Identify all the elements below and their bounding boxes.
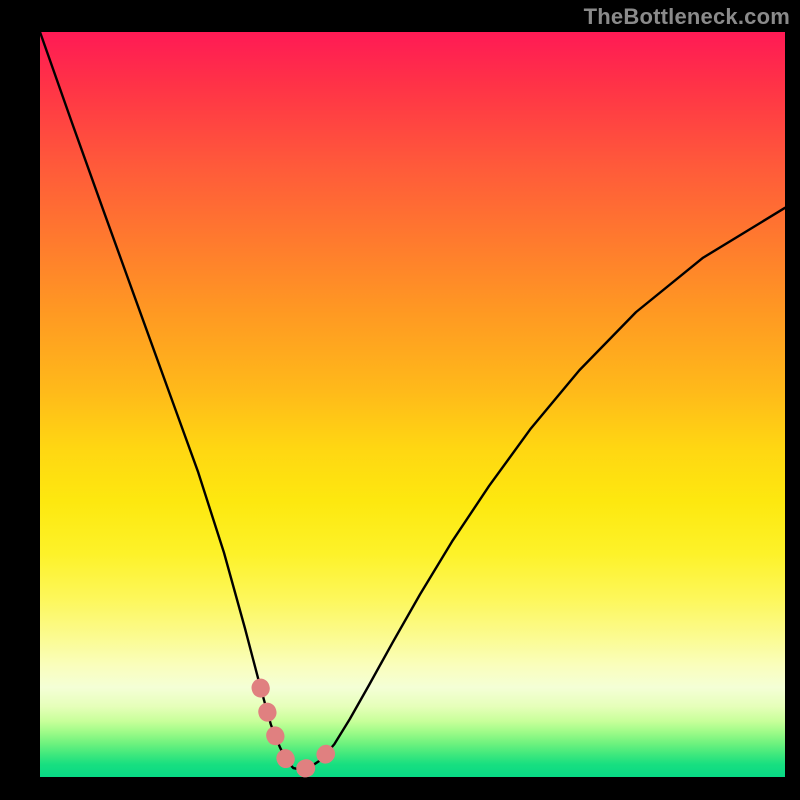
watermark-text: TheBottleneck.com — [584, 4, 790, 30]
plot-area — [40, 32, 785, 777]
bottleneck-curve — [40, 32, 785, 770]
chart-frame: TheBottleneck.com — [0, 0, 800, 800]
highlight-band — [261, 688, 335, 770]
chart-svg — [40, 32, 785, 777]
